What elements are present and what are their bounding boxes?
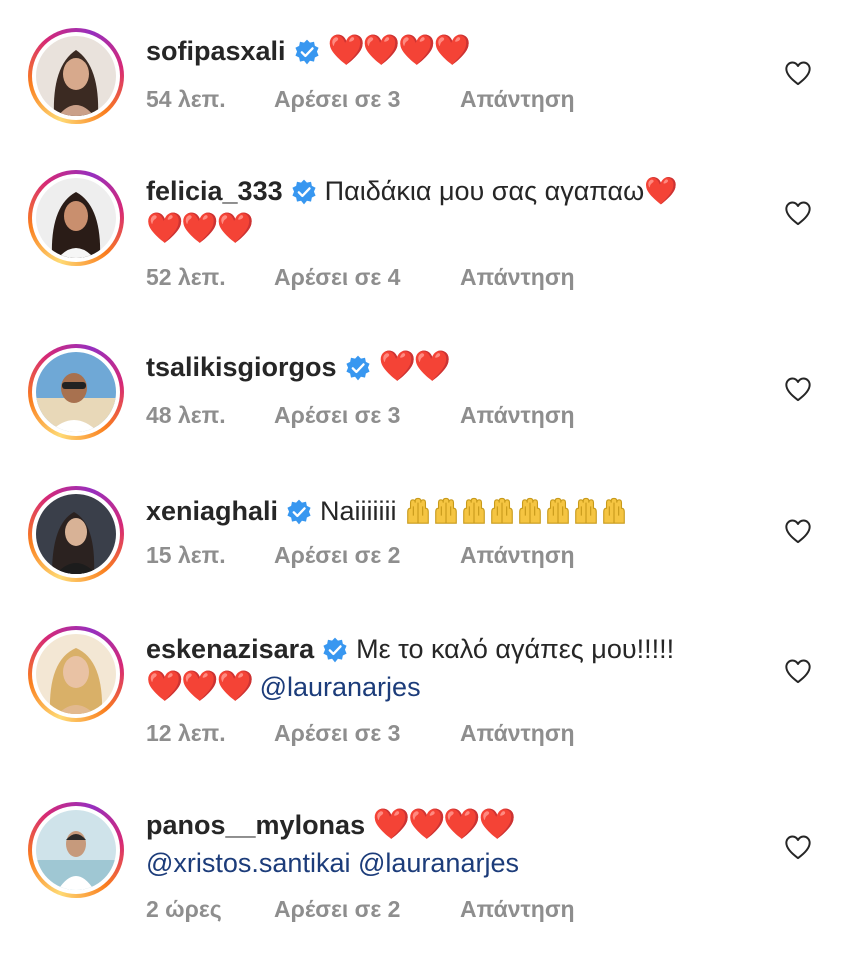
comment-likes-count[interactable]: Αρέσει σε 2 <box>274 896 400 923</box>
verified-badge-icon <box>291 179 317 205</box>
comment-timestamp: 52 λεπ. <box>146 264 226 290</box>
comment-likes-count[interactable]: Αρέσει σε 3 <box>274 86 400 113</box>
heart-outline-icon[interactable] <box>784 376 812 402</box>
comment-likes-count[interactable]: Αρέσει σε 2 <box>274 542 400 569</box>
heart-outline-icon[interactable] <box>784 60 812 86</box>
heart-outline-icon[interactable] <box>784 518 812 544</box>
comment-username[interactable]: eskenazisara <box>146 634 314 664</box>
comment-text: Naiiiiiii <box>320 496 397 526</box>
heart-emoji: ❤️❤️❤️ <box>146 212 254 245</box>
verified-badge-icon <box>322 637 348 663</box>
raising-hands-emoji <box>460 496 488 526</box>
clap-emoji-group <box>404 496 628 526</box>
verified-badge-icon <box>345 355 371 381</box>
mention-link[interactable]: @xristos.santikai <box>146 848 350 878</box>
raising-hands-emoji <box>572 496 600 526</box>
reply-button[interactable]: Απάντηση <box>460 86 575 113</box>
heart-outline-icon[interactable] <box>784 200 812 226</box>
comment-username[interactable]: sofipasxali <box>146 36 286 66</box>
mention-link[interactable]: @lauranarjes <box>358 848 519 878</box>
reply-button[interactable]: Απάντηση <box>460 402 575 429</box>
comment-timestamp: 12 λεπ. <box>146 720 226 746</box>
comment-text: Με το καλό αγάπες μου!!!!! <box>356 634 675 664</box>
raising-hands-emoji <box>516 496 544 526</box>
mention-link[interactable]: @lauranarjes <box>260 672 421 702</box>
avatar[interactable] <box>28 626 124 722</box>
heart-emoji: ❤️❤️❤️❤️ <box>327 34 471 67</box>
reply-button[interactable]: Απάντηση <box>460 720 575 747</box>
comment-likes-count[interactable]: Αρέσει σε 3 <box>274 402 400 429</box>
raising-hands-emoji <box>600 496 628 526</box>
comment-username[interactable]: xeniaghali <box>146 496 278 526</box>
raising-hands-emoji <box>432 496 460 526</box>
heart-outline-icon[interactable] <box>784 658 812 684</box>
avatar[interactable] <box>28 344 124 440</box>
raising-hands-emoji <box>488 496 516 526</box>
avatar[interactable] <box>28 486 124 582</box>
comment-username[interactable]: panos__mylonas <box>146 810 365 840</box>
profile-photo <box>36 352 116 432</box>
profile-photo <box>36 634 116 714</box>
heart-emoji: ❤️❤️ <box>378 350 452 383</box>
comment-timestamp: 48 λεπ. <box>146 402 226 428</box>
avatar[interactable] <box>28 802 124 898</box>
avatar[interactable] <box>28 28 124 124</box>
comment-timestamp: 15 λεπ. <box>146 542 226 568</box>
comment-username[interactable]: felicia_333 <box>146 176 283 206</box>
raising-hands-emoji <box>544 496 572 526</box>
verified-badge-icon <box>286 499 312 525</box>
profile-photo <box>36 36 116 116</box>
comment-timestamp: 2 ώρες <box>146 896 222 922</box>
comment-username[interactable]: tsalikisgiorgos <box>146 352 337 382</box>
heart-emoji: ❤️❤️❤️❤️ <box>372 808 516 841</box>
avatar[interactable] <box>28 170 124 266</box>
comment-likes-count[interactable]: Αρέσει σε 3 <box>274 720 400 747</box>
profile-photo <box>36 810 116 890</box>
reply-button[interactable]: Απάντηση <box>460 264 575 291</box>
comment-timestamp: 54 λεπ. <box>146 86 226 112</box>
reply-button[interactable]: Απάντηση <box>460 542 575 569</box>
verified-badge-icon <box>294 39 320 65</box>
heart-emoji: ❤️❤️❤️ <box>146 670 254 703</box>
heart-outline-icon[interactable] <box>784 834 812 860</box>
reply-button[interactable]: Απάντηση <box>460 896 575 923</box>
profile-photo <box>36 494 116 574</box>
comment-text: Παιδάκια μου σας αγαπαω❤️ <box>324 176 678 206</box>
raising-hands-emoji <box>404 496 432 526</box>
profile-photo <box>36 178 116 258</box>
comment-likes-count[interactable]: Αρέσει σε 4 <box>274 264 400 291</box>
